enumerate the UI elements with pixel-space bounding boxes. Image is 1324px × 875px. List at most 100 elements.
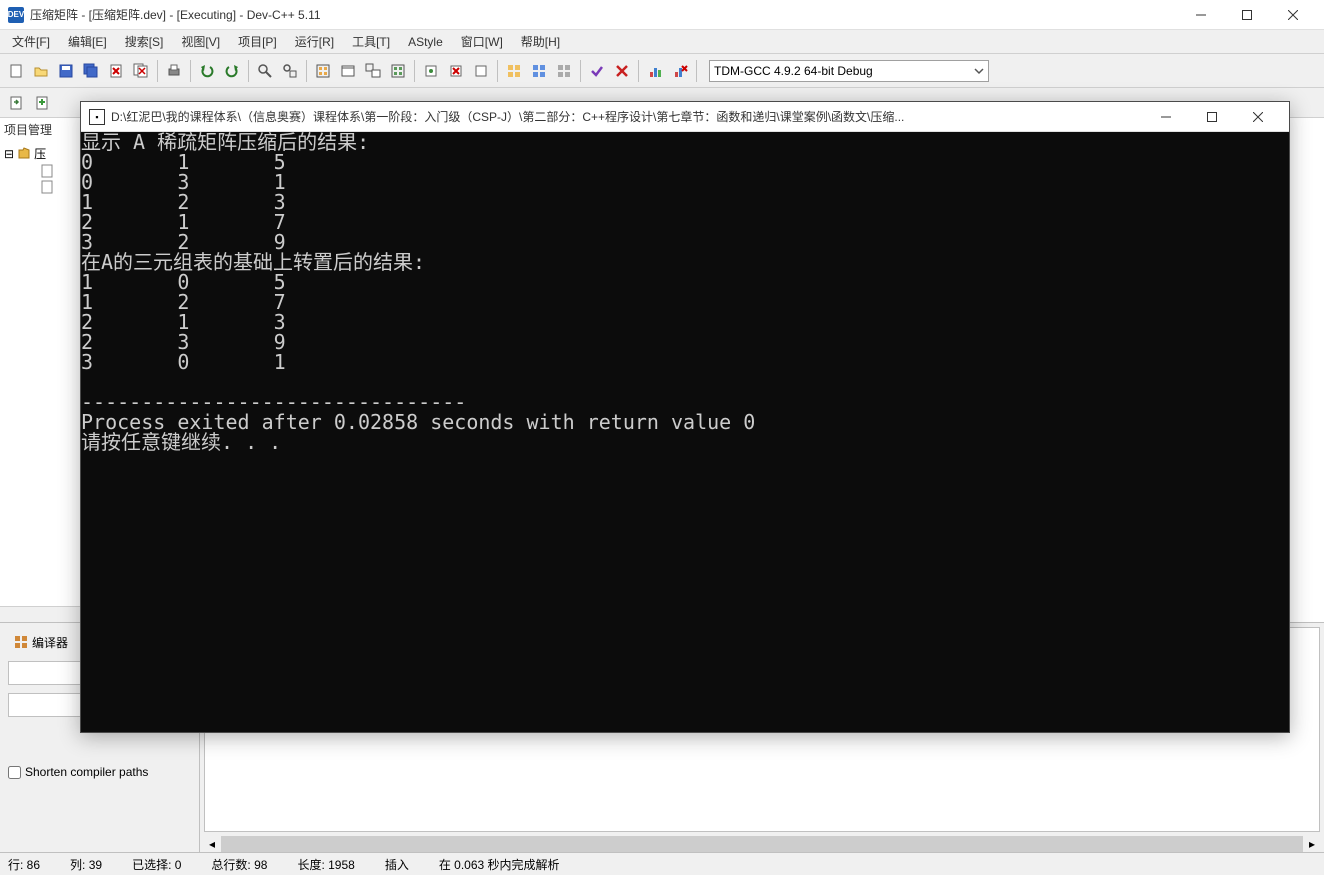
console-title: D:\红泥巴\我的课程体系\（信息奥赛）课程体系\第一阶段：入门级（CSP-J）… (111, 108, 1143, 125)
close-all-icon (133, 63, 149, 79)
check-button[interactable] (585, 59, 609, 83)
separator (497, 60, 498, 82)
find-icon (257, 63, 273, 79)
chevron-down-icon (974, 66, 984, 76)
close-file-icon (108, 63, 124, 79)
goto-button[interactable] (4, 91, 28, 115)
debug-button[interactable] (419, 59, 443, 83)
new-file-button[interactable] (4, 59, 28, 83)
minimize-icon (1196, 10, 1206, 20)
close-button[interactable] (1270, 0, 1316, 30)
console-maximize-button[interactable] (1189, 102, 1235, 132)
menu-tools[interactable]: 工具[T] (344, 31, 398, 52)
console-output[interactable]: 显示 A 稀疏矩阵压缩后的结果: 0 1 5 0 3 1 1 2 3 2 1 7… (81, 132, 1289, 732)
grid1-button[interactable] (502, 59, 526, 83)
menu-file[interactable]: 文件[F] (4, 31, 58, 52)
grid2-icon (531, 63, 547, 79)
main-toolbar: TDM-GCC 4.9.2 64-bit Debug (0, 54, 1324, 88)
undo-button[interactable] (195, 59, 219, 83)
status-col: 列: 39 (70, 856, 102, 873)
compile-button[interactable] (311, 59, 335, 83)
menu-search[interactable]: 搜索[S] (117, 31, 172, 52)
status-len: 长度: 1958 (297, 856, 354, 873)
goto-icon (8, 95, 24, 111)
compile-icon (315, 63, 331, 79)
console-titlebar: ▪ D:\红泥巴\我的课程体系\（信息奥赛）课程体系\第一阶段：入门级（CSP-… (81, 102, 1289, 132)
tree-root-label: 压 (34, 145, 46, 162)
save-icon (58, 63, 74, 79)
check-icon (589, 63, 605, 79)
menu-run[interactable]: 运行[R] (287, 31, 342, 52)
add-icon (34, 95, 50, 111)
rebuild-icon (390, 63, 406, 79)
replace-button[interactable] (278, 59, 302, 83)
save-all-button[interactable] (79, 59, 103, 83)
separator (696, 60, 697, 82)
grid-icon (506, 63, 522, 79)
chart-icon (647, 63, 663, 79)
shorten-checkbox-input[interactable] (8, 766, 21, 779)
app-title: 压缩矩阵 - [压缩矩阵.dev] - [Executing] - Dev-C+… (30, 6, 1178, 23)
debug-icon (423, 63, 439, 79)
menu-help[interactable]: 帮助[H] (513, 31, 568, 52)
grid2-button[interactable] (527, 59, 551, 83)
compiler-tab-label: 编译器 (32, 634, 68, 651)
menu-astyle[interactable]: AStyle (400, 33, 451, 51)
grid3-button[interactable] (552, 59, 576, 83)
menu-view[interactable]: 视图[V] (173, 31, 228, 52)
close-icon (1288, 10, 1298, 20)
main-titlebar: DEV 压缩矩阵 - [压缩矩阵.dev] - [Executing] - De… (0, 0, 1324, 30)
compile-run-button[interactable] (361, 59, 385, 83)
file-icon (40, 180, 54, 194)
statusbar: 行: 86 列: 39 已选择: 0 总行数: 98 长度: 1958 插入 在… (0, 852, 1324, 875)
redo-button[interactable] (220, 59, 244, 83)
add-button[interactable] (30, 91, 54, 115)
redo-icon (224, 63, 240, 79)
close-file-button[interactable] (104, 59, 128, 83)
separator (414, 60, 415, 82)
shorten-label: Shorten compiler paths (25, 765, 148, 779)
separator (190, 60, 191, 82)
tree-expand-icon: ⊟ (4, 147, 14, 161)
console-icon: ▪ (89, 109, 105, 125)
run-icon (340, 63, 356, 79)
run-button[interactable] (336, 59, 360, 83)
compiler-selector[interactable]: TDM-GCC 4.9.2 64-bit Debug (709, 60, 989, 82)
menu-window[interactable]: 窗口[W] (453, 31, 511, 52)
undo-icon (199, 63, 215, 79)
rebuild-button[interactable] (386, 59, 410, 83)
chart-x-icon (672, 63, 688, 79)
stop-button[interactable] (444, 59, 468, 83)
menubar: 文件[F] 编辑[E] 搜索[S] 视图[V] 项目[P] 运行[R] 工具[T… (0, 30, 1324, 54)
profile-button[interactable] (469, 59, 493, 83)
console-minimize-button[interactable] (1143, 102, 1189, 132)
output-scrollbar[interactable]: ◂ ▸ (204, 836, 1320, 852)
maximize-icon (1242, 10, 1252, 20)
status-parse: 在 0.063 秒内完成解析 (439, 856, 560, 873)
stop-icon (448, 63, 464, 79)
cancel-button[interactable] (610, 59, 634, 83)
shorten-paths-checkbox[interactable]: Shorten compiler paths (8, 765, 191, 779)
close-all-button[interactable] (129, 59, 153, 83)
window-controls (1178, 0, 1316, 30)
compiler-name: TDM-GCC 4.9.2 64-bit Debug (714, 64, 873, 78)
maximize-button[interactable] (1224, 0, 1270, 30)
find-button[interactable] (253, 59, 277, 83)
console-close-button[interactable] (1235, 102, 1281, 132)
save-all-icon (83, 63, 99, 79)
chart-x-button[interactable] (668, 59, 692, 83)
print-button[interactable] (162, 59, 186, 83)
compile-run-icon (365, 63, 381, 79)
status-mode: 插入 (385, 856, 409, 873)
app-icon: DEV (8, 7, 24, 23)
project-icon (16, 146, 32, 162)
chart-button[interactable] (643, 59, 667, 83)
save-button[interactable] (54, 59, 78, 83)
x-icon (614, 63, 630, 79)
separator (638, 60, 639, 82)
menu-project[interactable]: 项目[P] (230, 31, 285, 52)
menu-edit[interactable]: 编辑[E] (60, 31, 115, 52)
open-button[interactable] (29, 59, 53, 83)
close-icon (1253, 112, 1263, 122)
minimize-button[interactable] (1178, 0, 1224, 30)
